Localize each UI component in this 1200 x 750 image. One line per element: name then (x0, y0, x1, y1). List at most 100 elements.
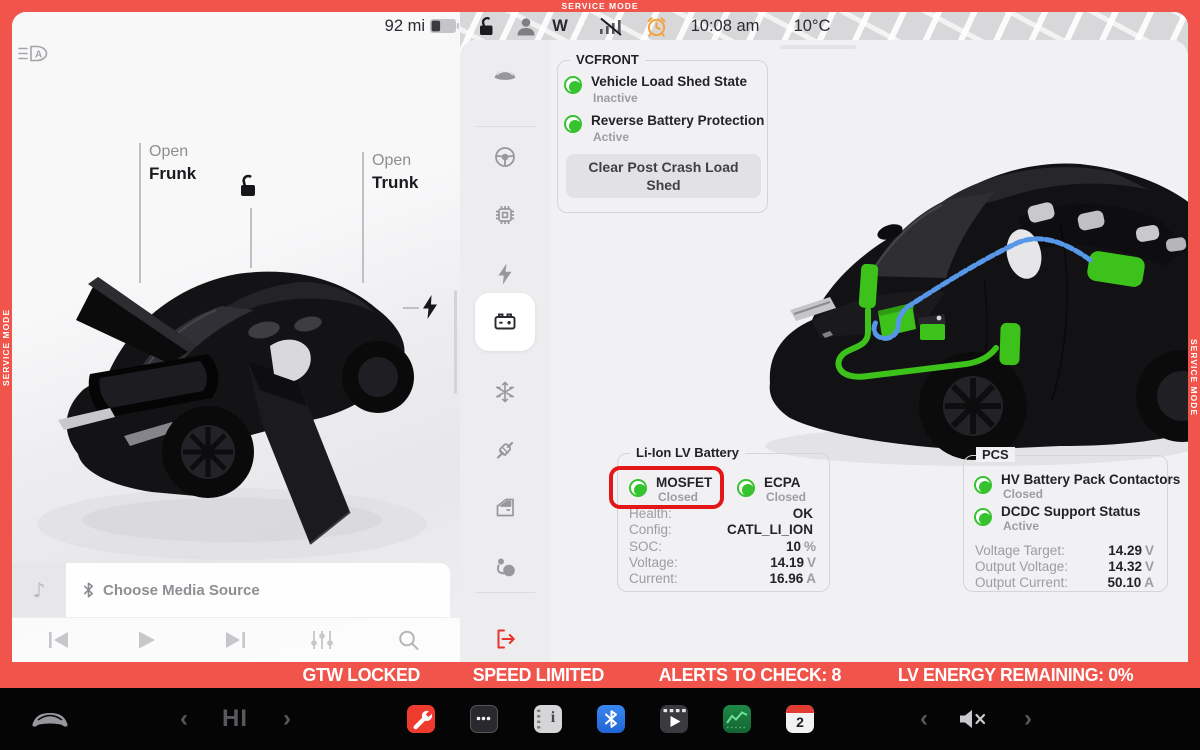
lv-battery-title: Li-Ion LV Battery (630, 445, 745, 460)
volume-muted-button[interactable] (957, 688, 987, 750)
battery-range-value: 92 mi (342, 12, 425, 40)
music-note-icon: ♪ (33, 578, 46, 602)
play-button[interactable] (131, 629, 159, 651)
open-trunk-button[interactable]: Open Trunk (372, 150, 418, 194)
alarm-clock-icon (645, 15, 668, 38)
next-track-button[interactable] (221, 629, 249, 651)
table-row: Voltage:14.19V (629, 555, 816, 570)
table-row: Current:16.96A (629, 571, 816, 586)
table-row: Output Voltage:14.32V (975, 559, 1154, 574)
search-button[interactable] (395, 629, 423, 651)
indicator-label: HV Battery Pack Contactors (1001, 472, 1180, 487)
media-source-row[interactable]: Choose Media Source (82, 581, 260, 599)
bluetooth-icon (82, 581, 95, 599)
sidebar-item-thermal[interactable] (492, 379, 518, 405)
service-mode-label: SERVICE MODE (561, 1, 638, 11)
service-alert-bar: GTW LOCKED SPEED LIMITED ALERTS TO CHECK… (0, 662, 1200, 688)
alert-gtw-locked: GTW LOCKED (302, 664, 420, 686)
sidebar-item-vehicle[interactable] (492, 62, 518, 88)
sidebar-item-airbag[interactable] (492, 554, 518, 580)
vcfront-title: VCFRONT (570, 52, 645, 67)
app-calendar[interactable]: 2 (786, 688, 814, 750)
line-chart-icon (723, 705, 751, 733)
climate-temperature-setting[interactable]: HI (222, 688, 248, 750)
left-panel-scrollbar[interactable] (454, 290, 457, 394)
pcs-panel: PCS HV Battery Pack Contactors Closed DC… (963, 455, 1168, 592)
app-charts[interactable] (723, 688, 751, 750)
taskbar: ‹ HI › (0, 688, 1200, 750)
auto-headlight-icon: A (16, 40, 50, 68)
service-mode-banner-right: SERVICE MODE (1188, 298, 1200, 458)
media-controls-bar (12, 617, 460, 662)
vehicle-3d-view[interactable] (12, 224, 460, 564)
service-category-sidebar (460, 40, 550, 662)
sidebar-divider (475, 126, 535, 127)
muted-speaker-icon (957, 708, 987, 730)
clear-post-crash-load-shed-button[interactable]: Clear Post Crash Load Shed (566, 154, 761, 198)
vcfront-panel: VCFRONT Vehicle Load Shed State Inactive… (557, 60, 768, 213)
service-mode-banner-left: SERVICE MODE (0, 268, 12, 428)
alert-speed-limited: SPEED LIMITED (473, 664, 604, 686)
app-owners-manual[interactable]: i (534, 688, 562, 750)
charge-port-bolt-icon[interactable] (422, 294, 438, 320)
status-dot-green (564, 115, 582, 133)
temp-increase-chevron[interactable]: › (283, 688, 291, 750)
indicator-state: Active (593, 130, 629, 144)
outside-temperature[interactable]: 10°C (782, 12, 842, 40)
alert-alerts-to-check[interactable]: ALERTS TO CHECK: 8 (659, 664, 841, 686)
status-dot-green (974, 476, 992, 494)
sidebar-item-steering[interactable] (492, 144, 518, 170)
panel-drag-handle[interactable] (780, 45, 856, 49)
pcs-title: PCS (976, 447, 1015, 462)
lightning-icon (492, 261, 518, 287)
app-bluetooth[interactable] (597, 688, 625, 750)
indicator-label: DCDC Support Status (1001, 504, 1141, 519)
snowflake-icon (492, 379, 518, 405)
temp-decrease-chevron[interactable]: ‹ (180, 688, 188, 750)
indicator-label: Reverse Battery Protection (591, 113, 764, 128)
logout-icon (492, 626, 518, 652)
sidebar-item-lv-battery[interactable] (492, 309, 518, 335)
sidebar-item-doors[interactable] (492, 495, 518, 521)
volume-down-chevron[interactable]: ‹ (920, 688, 928, 750)
volume-up-chevron[interactable]: › (1024, 688, 1032, 750)
sidebar-item-high-voltage[interactable] (492, 261, 518, 287)
video-player-icon (660, 705, 688, 733)
charge-port-callout-line (403, 307, 419, 309)
unlock-icon[interactable] (234, 172, 260, 200)
main-content: VCFRONT Vehicle Load Shed State Inactive… (12, 12, 1188, 662)
steering-wheel-icon (492, 144, 518, 170)
vehicle-visualization-panel: A (12, 12, 460, 662)
mosfet-highlight-box (609, 466, 724, 509)
alert-lv-energy-remaining: LV ENERGY REMAINING: 0% (898, 664, 1133, 686)
wrench-icon (407, 705, 435, 733)
previous-track-button[interactable] (45, 629, 73, 651)
sidebar-item-exit-service[interactable] (492, 626, 518, 652)
sidebar-item-suspension[interactable] (492, 437, 518, 463)
ecpa-label: ECPA (764, 475, 801, 490)
unlock-icon[interactable] (475, 16, 498, 37)
battery-gauge-icon (430, 19, 459, 33)
app-service-wrench[interactable] (407, 688, 435, 750)
driver-profile-icon[interactable] (515, 17, 537, 36)
app-video-player[interactable] (660, 688, 688, 750)
status-bar: 92 mi W (12, 12, 1188, 40)
service-mode-frame: SERVICE MODE SERVICE MODE SERVICE MODE (0, 0, 1200, 688)
media-player[interactable]: ♪ Choose Media Source (12, 563, 450, 617)
sidebar-item-chip[interactable] (492, 202, 518, 228)
equalizer-button[interactable] (308, 629, 336, 651)
svg-text:A: A (35, 50, 42, 61)
door-icon (492, 495, 518, 521)
bluetooth-icon (597, 705, 625, 733)
vehicle-controls-button[interactable] (28, 688, 72, 750)
open-frunk-button[interactable]: Open Frunk (149, 141, 196, 185)
manual-i-glyph: i (544, 709, 562, 727)
lv-battery-component-diagram-car (730, 128, 1188, 468)
chip-icon (492, 202, 518, 228)
tesla-service-mode-screen: SERVICE MODE SERVICE MODE SERVICE MODE (0, 0, 1200, 750)
service-mode-banner-top: SERVICE MODE (0, 0, 1200, 12)
app-more[interactable] (470, 688, 498, 750)
driver-profile-name[interactable]: W (543, 12, 577, 40)
battery-icon (492, 309, 518, 335)
album-art-placeholder: ♪ (12, 563, 66, 617)
